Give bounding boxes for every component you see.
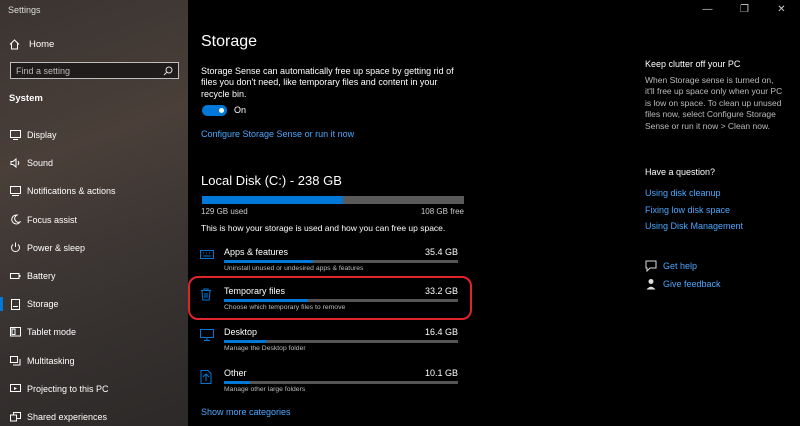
notification-icon	[9, 185, 21, 197]
disk-used-label: 129 GB used	[201, 207, 248, 216]
search-icon[interactable]	[163, 66, 173, 76]
category-name: Apps & features	[224, 247, 289, 257]
show-more-categories-link[interactable]: Show more categories	[201, 407, 291, 417]
category-desktop[interactable]: Desktop 16.4 GB Manage the Desktop folde…	[200, 327, 458, 361]
category-size: 16.4 GB	[424, 327, 458, 337]
chat-help-icon	[645, 260, 657, 272]
display-icon	[9, 129, 21, 141]
keyboard-icon	[200, 249, 214, 263]
sidebar-item-label: Power & sleep	[27, 242, 86, 253]
give-feedback-label: Give feedback	[663, 279, 721, 289]
fixing-low-disk-space-link[interactable]: Fixing low disk space	[645, 205, 730, 215]
give-feedback-link[interactable]: Give feedback	[645, 278, 721, 290]
minimize-button[interactable]: —	[689, 0, 726, 18]
sidebar-item-power[interactable]: Power & sleep	[0, 234, 188, 262]
disk-management-link[interactable]: Using Disk Management	[645, 221, 743, 231]
search-placeholder: Find a setting	[16, 65, 71, 76]
tips-title: Keep clutter off your PC	[645, 59, 741, 69]
sidebar-item-projecting[interactable]: Projecting to this PC	[0, 375, 188, 403]
category-bar-fill	[224, 260, 313, 263]
home-icon	[9, 38, 23, 50]
sidebar-item-label: Notifications & actions	[27, 186, 116, 197]
storage-icon	[9, 298, 21, 310]
shared-icon	[9, 411, 21, 423]
sidebar-item-sound[interactable]: Sound	[0, 149, 188, 177]
tablet-icon	[9, 326, 21, 338]
storage-sense-description: Storage Sense can automatically free up …	[201, 66, 454, 99]
sidebar-item-shared-experiences[interactable]: Shared experiences	[0, 403, 188, 426]
highlight-outline	[188, 276, 472, 320]
tips-description: When Storage sense is turned on, it'll f…	[645, 75, 783, 131]
sidebar-item-storage[interactable]: Storage	[0, 290, 188, 318]
monitor-icon	[200, 329, 214, 343]
category-bar	[224, 260, 458, 263]
app-title: Settings	[8, 5, 41, 15]
projector-icon	[9, 383, 21, 395]
file-icon	[200, 370, 214, 384]
multitasking-icon	[9, 355, 21, 367]
category-subtitle: Manage the Desktop folder	[224, 345, 306, 352]
sidebar-item-label: Storage	[27, 299, 59, 310]
sidebar-item-label: Projecting to this PC	[27, 383, 109, 394]
sidebar-item-label: Sound	[27, 158, 54, 169]
sidebar-item-multitasking[interactable]: Multitasking	[0, 347, 188, 375]
category-size: 35.4 GB	[424, 247, 458, 257]
configure-storage-sense-link[interactable]: Configure Storage Sense or run it now	[201, 129, 354, 139]
sidebar-item-notifications[interactable]: Notifications & actions	[0, 177, 188, 205]
home-nav-item[interactable]: Home	[9, 37, 54, 51]
category-other[interactable]: Other 10.1 GB Manage other large folders	[200, 368, 458, 402]
category-size: 10.1 GB	[424, 368, 458, 378]
disk-usage-fill	[202, 196, 344, 204]
section-label: System	[9, 93, 43, 104]
disk-free-label: 108 GB free	[420, 207, 464, 216]
search-input[interactable]: Find a setting	[10, 62, 179, 79]
get-help-label: Get help	[663, 261, 698, 271]
sidebar-item-tablet-mode[interactable]: Tablet mode	[0, 318, 188, 346]
nav-list: Display Sound Notifications & actions Fo…	[0, 121, 188, 426]
sidebar-item-label: Multitasking	[27, 355, 75, 366]
sidebar-item-label: Display	[27, 130, 57, 141]
toggle-state-label: On	[234, 105, 247, 115]
home-label: Home	[29, 38, 55, 50]
battery-icon	[9, 270, 21, 282]
disk-cleanup-link[interactable]: Using disk cleanup	[645, 188, 721, 198]
sidebar-item-focus-assist[interactable]: Focus assist	[0, 206, 188, 234]
category-bar	[224, 381, 458, 384]
category-bar-fill	[224, 340, 267, 343]
disk-title: Local Disk (C:) - 238 GB	[201, 173, 342, 188]
category-bar	[224, 340, 458, 343]
page-title: Storage	[201, 33, 258, 50]
category-subtitle: Manage other large folders	[224, 386, 306, 393]
maximize-button[interactable]: ❐	[726, 0, 763, 18]
sidebar-item-label: Focus assist	[27, 214, 78, 225]
disk-info-text: This is how your storage is used and how…	[201, 223, 446, 233]
feedback-icon	[645, 278, 657, 290]
category-name: Desktop	[224, 327, 258, 337]
storage-sense-toggle[interactable]	[202, 105, 227, 116]
speaker-icon	[9, 157, 21, 169]
get-help-link[interactable]: Get help	[645, 260, 697, 272]
sidebar-item-label: Tablet mode	[27, 327, 77, 338]
disk-usage-bar	[202, 196, 464, 204]
power-icon	[9, 242, 21, 254]
sidebar-item-label: Shared experiences	[27, 411, 108, 422]
category-name: Other	[224, 368, 247, 378]
category-bar-fill	[224, 381, 250, 384]
sidebar-item-battery[interactable]: Battery	[0, 262, 188, 290]
category-subtitle: Uninstall unused or undesired apps & fea…	[224, 265, 364, 272]
moon-icon	[9, 214, 21, 226]
sidebar: Settings Home Find a setting System Disp…	[0, 0, 188, 426]
close-button[interactable]: ✕	[763, 0, 800, 18]
main-content: Storage Storage Sense can automatically …	[188, 0, 628, 426]
window-controls: — ❐ ✕	[689, 0, 800, 18]
sidebar-item-label: Battery	[27, 271, 56, 282]
question-heading: Have a question?	[645, 167, 716, 177]
sidebar-item-display[interactable]: Display	[0, 121, 188, 149]
